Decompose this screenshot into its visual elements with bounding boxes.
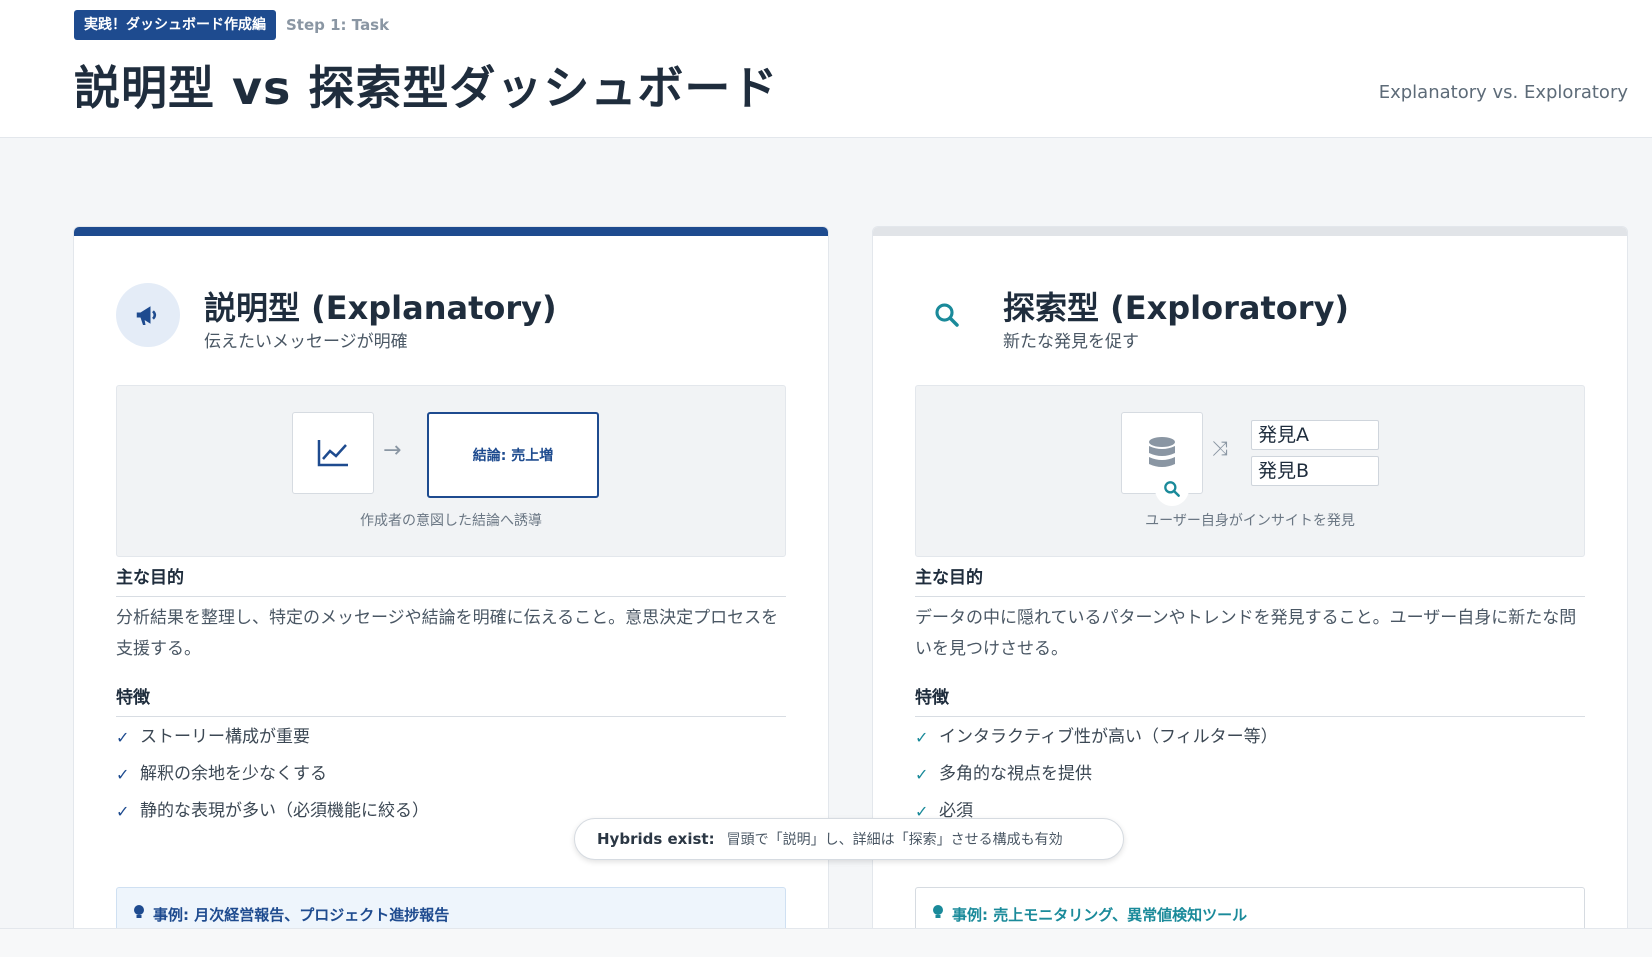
tooltip-label: Hybrids exist: xyxy=(597,830,715,848)
card-title: 説明型 (Explanatory) xyxy=(204,289,557,327)
badge-row: 実践！ダッシュボード作成編 Step 1: Task xyxy=(74,10,389,40)
shuffle-icon: ⤨ xyxy=(1212,436,1228,460)
features-heading: 特徴 xyxy=(915,683,1585,717)
finding-a: 発見A xyxy=(1251,420,1379,450)
card-accent-bar xyxy=(873,227,1627,236)
features-list: ✓ インタラクティブ性が高い（フィルター等） ✓ 多角的な視点を提供 ✓ 必須 xyxy=(915,719,1585,830)
explanatory-diagram: → 結論: 売上増 作成者の意図した結論へ誘導 xyxy=(116,385,786,557)
check-icon: ✓ xyxy=(915,728,929,747)
purpose-heading: 主な目的 xyxy=(915,563,1585,597)
check-icon: ✓ xyxy=(116,765,130,784)
hybrid-tooltip: Hybrids exist: 冒頭で「説明」し、詳細は「探索」させる構成も有効 xyxy=(574,818,1124,860)
lightbulb-icon xyxy=(932,904,944,924)
arrow-right-icon: → xyxy=(383,438,402,463)
feature-item: ✓ インタラクティブ性が高い（フィルター等） xyxy=(915,719,1585,756)
card-subtitle: 伝えたいメッセージが明確 xyxy=(204,332,408,352)
feature-item: ✓ 解釈の余地を少なくする xyxy=(116,756,786,793)
bottom-strip xyxy=(0,928,1652,957)
example-text: 事例: 月次経営報告、プロジェクト進捗報告 xyxy=(153,906,450,924)
feature-text: ストーリー構成が重要 xyxy=(140,727,310,747)
check-icon: ✓ xyxy=(116,802,130,821)
tooltip-text: 冒頭で「説明」し、詳細は「探索」させる構成も有効 xyxy=(726,832,1063,848)
feature-item: ✓ 多角的な視点を提供 xyxy=(915,756,1585,793)
features-heading: 特徴 xyxy=(116,683,786,717)
finding-b: 発見B xyxy=(1251,456,1379,486)
step-label: Step 1: Task xyxy=(286,16,390,34)
conclusion-box: 結論: 売上増 xyxy=(427,412,599,498)
page-header: 実践！ダッシュボード作成編 Step 1: Task 説明型 vs 探索型ダッシ… xyxy=(0,0,1652,138)
card-title: 探索型 (Exploratory) xyxy=(1003,289,1350,327)
purpose-text: データの中に隠れているパターンやトレンドを発見すること。ユーザー自身に新たな問い… xyxy=(915,608,1577,659)
line-chart-icon xyxy=(292,412,374,494)
megaphone-icon xyxy=(116,283,180,347)
feature-item: ✓ ストーリー構成が重要 xyxy=(116,719,786,756)
page-subtitle: Explanatory vs. Exploratory xyxy=(1378,82,1628,103)
diagram-caption: 作成者の意図した結論へ誘導 xyxy=(360,513,542,529)
purpose-text: 分析結果を整理し、特定のメッセージや結論を明確に伝えること。意思決定プロセスを支… xyxy=(116,608,779,659)
magnifier-icon xyxy=(1155,472,1189,506)
check-icon: ✓ xyxy=(915,765,929,784)
example-text: 事例: 売上モニタリング、異常値検知ツール xyxy=(952,906,1248,924)
check-icon: ✓ xyxy=(116,728,130,747)
exploratory-diagram: ⤨ 発見A 発見B ユーザー自身がインサイトを発見 xyxy=(915,385,1585,557)
feature-text: インタラクティブ性が高い（フィルター等） xyxy=(939,727,1278,747)
purpose-heading: 主な目的 xyxy=(116,563,786,597)
card-subtitle: 新たな発見を促す xyxy=(1003,332,1139,352)
feature-text: 多角的な視点を提供 xyxy=(939,764,1092,784)
chapter-badge: 実践！ダッシュボード作成編 xyxy=(74,10,276,40)
lightbulb-icon xyxy=(133,904,145,924)
features-list: ✓ ストーリー構成が重要 ✓ 解釈の余地を少なくする ✓ 静的な表現が多い（必須機能に… xyxy=(116,719,786,830)
card-accent-bar xyxy=(74,227,828,236)
page-title: 説明型 vs 探索型ダッシュボード xyxy=(74,61,779,115)
feature-text: 解釈の余地を少なくする xyxy=(140,764,327,784)
diagram-caption: ユーザー自身がインサイトを発見 xyxy=(1145,513,1355,529)
search-icon xyxy=(915,283,979,347)
feature-text: 静的な表現が多い（必須機能に絞る） xyxy=(140,801,429,821)
